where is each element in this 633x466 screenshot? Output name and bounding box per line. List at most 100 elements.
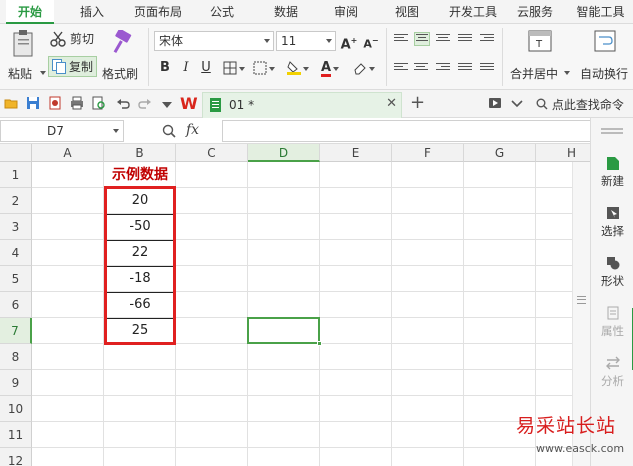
column-header-g[interactable]: G <box>464 144 536 162</box>
quick-access-bar: W 01 * ✕ + 点此查找命令 <box>0 90 633 118</box>
wrap-text-button[interactable]: 自动换行 <box>576 28 633 84</box>
export-pdf-icon[interactable] <box>48 96 62 110</box>
merge-center-button[interactable]: T 合并居中 <box>508 28 570 84</box>
command-search[interactable]: 点此查找命令 <box>536 96 624 113</box>
font-color-icon: A <box>320 60 332 77</box>
column-header-a[interactable]: A <box>32 144 104 162</box>
wps-logo[interactable]: W <box>180 94 198 113</box>
merge-cells-icon: T <box>528 30 552 52</box>
scroll-thumb[interactable] <box>577 296 586 304</box>
ribbon: 粘贴 剪切 复制 格式刷 宋体 11 A+ A− B I U A T 合并居中 … <box>0 24 633 90</box>
row-header-12[interactable]: 12 <box>0 448 32 466</box>
fill-color-button[interactable] <box>284 59 312 77</box>
save-icon[interactable] <box>26 96 40 110</box>
tab-page-layout[interactable]: 页面布局 <box>126 0 190 24</box>
spreadsheet-grid[interactable]: ABCDEFGH 1 2 3 4 5 6 7 8 9 10 11 12 示例数据 20 -50 22 -18-… <box>0 144 590 466</box>
tab-home[interactable]: 开始 <box>6 0 54 24</box>
grow-font-button[interactable]: A+ <box>340 32 358 52</box>
row-header-6[interactable]: 6 <box>0 292 32 318</box>
clear-format-button[interactable] <box>350 59 378 77</box>
row-header-1[interactable]: 1 <box>0 162 32 188</box>
fill-pattern-button[interactable] <box>250 59 278 77</box>
row-header-11[interactable]: 11 <box>0 422 32 448</box>
row-header-4[interactable]: 4 <box>0 240 32 266</box>
select-all-corner[interactable] <box>0 144 32 162</box>
paste-label: 粘贴 <box>8 67 33 81</box>
orientation-icon[interactable] <box>458 34 474 48</box>
tab-smart-tools[interactable]: 智能工具 <box>568 0 633 24</box>
column-header-c[interactable]: C <box>176 144 248 162</box>
column-header-b[interactable]: B <box>104 144 176 162</box>
underline-button[interactable]: U <box>197 59 215 77</box>
align-middle-icon[interactable] <box>414 32 430 46</box>
row-header-8[interactable]: 8 <box>0 344 32 370</box>
panel-select-button[interactable]: 选择 <box>591 206 633 239</box>
panel-shape-label: 形状 <box>601 274 624 288</box>
column-header-d[interactable]: D <box>248 144 320 162</box>
panel-properties-button[interactable]: 属性 <box>591 306 633 339</box>
shrink-font-button[interactable]: A− <box>362 32 380 51</box>
align-left-icon[interactable] <box>394 63 410 77</box>
open-folder-icon[interactable] <box>4 96 18 110</box>
column-header-e[interactable]: E <box>320 144 392 162</box>
zoom-function-icon[interactable] <box>162 124 176 138</box>
row-header-9[interactable]: 9 <box>0 370 32 396</box>
panel-new-label: 新建 <box>601 174 624 188</box>
copy-button[interactable]: 复制 <box>48 56 98 77</box>
print-icon[interactable] <box>70 96 84 110</box>
tab-developer[interactable]: 开发工具 <box>442 0 504 24</box>
distributed-icon[interactable] <box>480 63 496 77</box>
row-header-10[interactable]: 10 <box>0 396 32 422</box>
active-cell-d7[interactable] <box>247 317 322 346</box>
document-tab[interactable]: 01 * ✕ <box>202 92 402 118</box>
new-tab-button[interactable]: + <box>410 93 425 113</box>
close-tab-icon[interactable]: ✕ <box>386 96 397 111</box>
font-color-button[interactable]: A <box>316 59 344 77</box>
italic-button[interactable]: I <box>177 59 195 77</box>
fill-handle[interactable] <box>317 341 322 346</box>
border-button[interactable] <box>221 59 247 77</box>
formula-input[interactable] <box>222 120 590 142</box>
bold-button[interactable]: B <box>156 59 174 77</box>
align-bottom-icon[interactable] <box>436 34 452 48</box>
tab-review[interactable]: 审阅 <box>322 0 370 24</box>
row-header-2[interactable]: 2 <box>0 188 32 214</box>
panel-new-button[interactable]: 新建 <box>591 156 633 189</box>
font-size-select[interactable]: 11 <box>276 31 336 51</box>
panel-shape-button[interactable]: 形状 <box>591 256 633 289</box>
merge-center-label: 合并居中 <box>510 67 559 81</box>
font-name-select[interactable]: 宋体 <box>154 31 274 51</box>
redo-icon[interactable] <box>138 96 152 110</box>
border-icon <box>223 61 237 74</box>
tab-view[interactable]: 视图 <box>384 0 430 24</box>
spreadsheet-doc-icon <box>210 98 221 112</box>
row-header-5[interactable]: 5 <box>0 266 32 292</box>
indent-icon[interactable] <box>480 34 496 48</box>
row-header-7[interactable]: 7 <box>0 318 32 344</box>
format-painter-button[interactable]: 格式刷 <box>100 28 142 84</box>
collapse-ribbon-icon[interactable] <box>510 96 524 110</box>
video-icon[interactable] <box>488 96 502 110</box>
row-header-3[interactable]: 3 <box>0 214 32 240</box>
cut-button[interactable]: 剪切 <box>50 30 94 47</box>
tab-insert[interactable]: 插入 <box>68 0 116 24</box>
align-right-icon[interactable] <box>436 63 452 77</box>
tab-formulas[interactable]: 公式 <box>198 0 246 24</box>
justify-icon[interactable] <box>458 63 474 77</box>
properties-icon <box>607 306 618 320</box>
customize-qat-chevron-icon[interactable] <box>162 102 172 108</box>
undo-icon[interactable] <box>116 96 130 110</box>
eraser-icon <box>354 62 366 74</box>
tab-data[interactable]: 数据 <box>262 0 310 24</box>
insert-function-button[interactable]: fx <box>186 122 199 138</box>
tab-cloud[interactable]: 云服务 <box>510 0 560 24</box>
column-header-f[interactable]: F <box>392 144 464 162</box>
panel-analysis-button[interactable]: 分析 <box>591 356 633 389</box>
align-top-icon[interactable] <box>394 34 410 48</box>
column-header-h[interactable]: H <box>536 144 590 162</box>
print-preview-icon[interactable] <box>92 96 106 110</box>
align-center-icon[interactable] <box>414 63 430 77</box>
name-box[interactable]: D7 <box>0 120 124 142</box>
cell-b1-header[interactable]: 示例数据 <box>104 162 176 188</box>
paste-button[interactable]: 粘贴 <box>4 28 46 84</box>
